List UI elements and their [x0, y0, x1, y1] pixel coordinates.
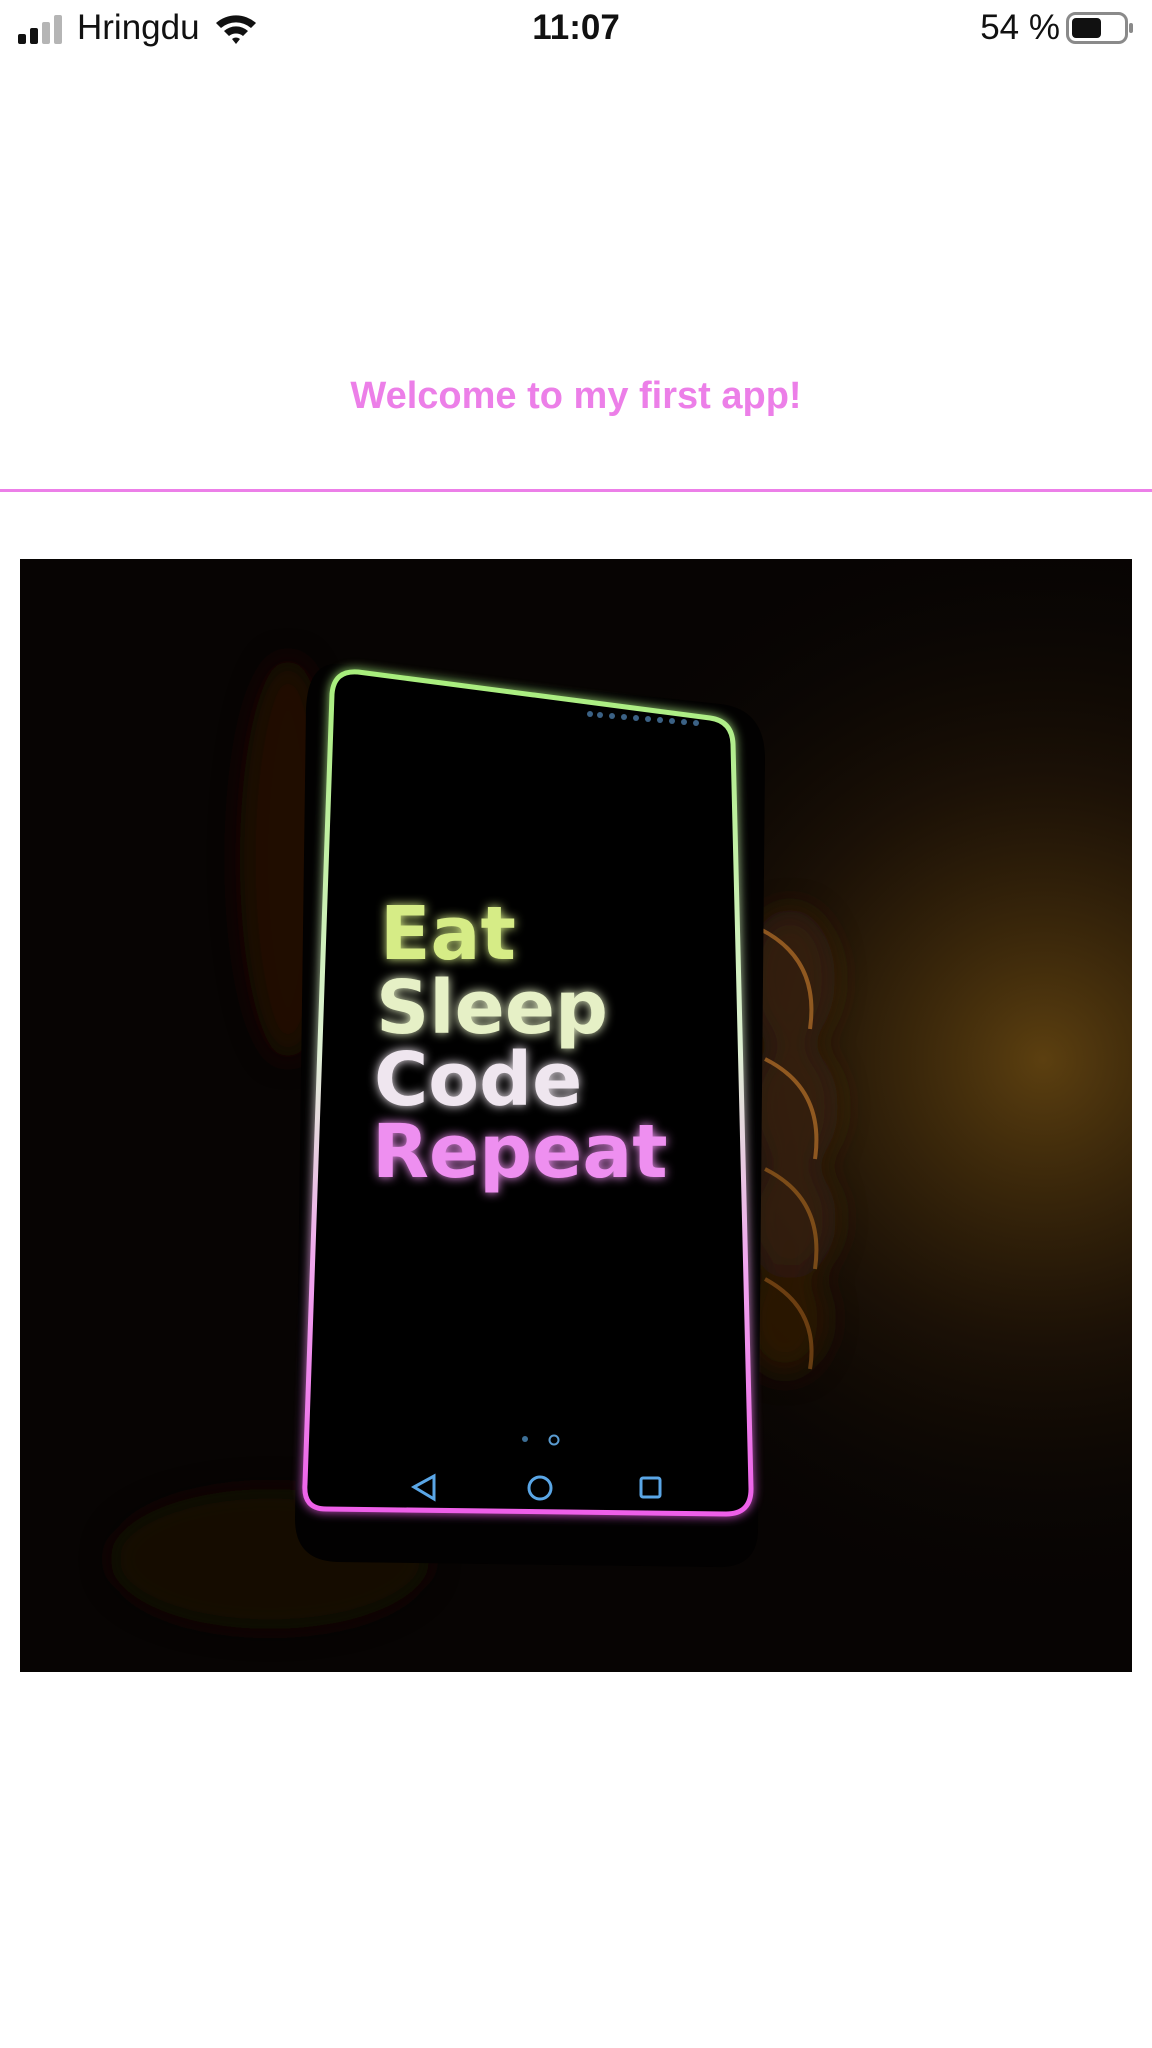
screen-text-repeat: Repeat: [372, 1109, 668, 1195]
battery-percent: 54 %: [980, 8, 1060, 47]
title-divider: [0, 489, 1152, 492]
status-bar: Hringdu 11:07 54 %: [0, 0, 1152, 60]
page-dot: [522, 1436, 528, 1442]
app-screen: Hringdu 11:07 54 % Welcome to my first a…: [0, 0, 1152, 2048]
phone-device: Eat Sleep Code Repeat: [295, 663, 765, 1568]
status-time: 11:07: [532, 8, 620, 47]
page-title: Welcome to my first app!: [350, 375, 802, 417]
hero-image: Eat Sleep Code Repeat: [20, 559, 1132, 1672]
battery-icon: [1066, 12, 1133, 44]
hero-photo: Eat Sleep Code Repeat: [20, 559, 1132, 1672]
